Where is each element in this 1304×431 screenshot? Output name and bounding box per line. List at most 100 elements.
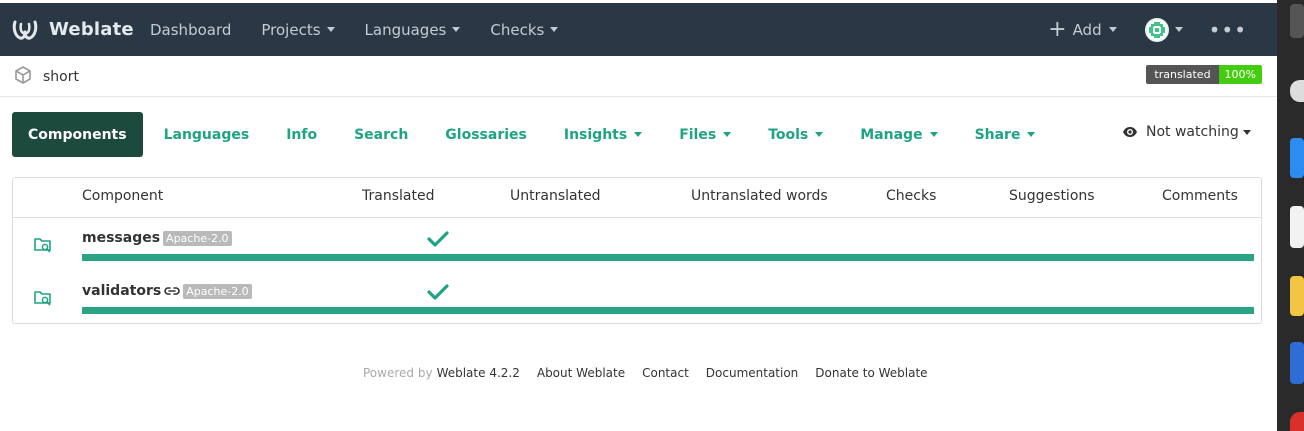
- caret-down-icon: [452, 27, 461, 32]
- caret-down-icon: [815, 132, 824, 137]
- status-badge-label: translated: [1146, 65, 1219, 84]
- caret-down-icon: [1174, 27, 1183, 32]
- caret-down-icon: [634, 132, 643, 137]
- status-badge[interactable]: translated 100%: [1146, 65, 1262, 84]
- column-header-untranslated-words[interactable]: Untranslated words: [691, 188, 828, 204]
- progress-fill: [82, 254, 1254, 261]
- tab-label: Info: [286, 126, 318, 143]
- tab-label: Insights: [563, 126, 628, 143]
- translation-progress-bar: [82, 307, 1254, 314]
- tab-share[interactable]: Share: [975, 127, 1036, 143]
- caret-down-icon: [1108, 27, 1117, 32]
- nav-projects[interactable]: Projects: [261, 20, 335, 39]
- caret-down-icon: [326, 27, 335, 32]
- desktop-dock: [1277, 0, 1304, 431]
- tab-label: Glossaries: [445, 126, 527, 143]
- footer: Powered by Weblate 4.2.2 About Weblate C…: [363, 366, 928, 380]
- tab-info[interactable]: Info: [286, 127, 317, 143]
- nav-languages-label: Languages: [364, 20, 447, 39]
- tab-label: Manage: [860, 126, 923, 143]
- column-header-untranslated[interactable]: Untranslated: [510, 188, 601, 204]
- column-header-component[interactable]: Component: [82, 188, 163, 204]
- column-header-comments[interactable]: Comments: [1162, 188, 1238, 204]
- tab-search[interactable]: Search: [354, 127, 408, 143]
- folder-search-icon[interactable]: [33, 288, 53, 308]
- breadcrumb: short: [13, 65, 79, 89]
- component-link[interactable]: messages Apache-2.0: [82, 230, 232, 246]
- eye-icon: [1122, 126, 1138, 138]
- tab-label: Share: [974, 126, 1021, 143]
- user-menu[interactable]: [1144, 17, 1183, 42]
- weblate-logo-icon: [11, 17, 39, 43]
- ellipsis-icon[interactable]: •••: [1209, 20, 1247, 40]
- tab-insights[interactable]: Insights: [563, 126, 643, 143]
- column-header-suggestions[interactable]: Suggestions: [1009, 188, 1095, 204]
- breadcrumb-project[interactable]: short: [43, 69, 79, 85]
- avatar: [1144, 17, 1169, 42]
- tab-glossaries[interactable]: Glossaries: [445, 127, 527, 143]
- caret-down-icon: [723, 132, 732, 137]
- app-icon[interactable]: [1290, 276, 1304, 316]
- footer-link-contact[interactable]: Contact: [642, 366, 689, 380]
- caret-down-icon: [1242, 129, 1251, 135]
- breadcrumb-bar: short translated 100%: [0, 56, 1277, 97]
- tab-languages[interactable]: Languages: [164, 127, 250, 143]
- add-menu[interactable]: + Add: [1048, 16, 1117, 42]
- tab-tools[interactable]: Tools: [768, 126, 824, 143]
- translation-progress-bar: [82, 254, 1254, 261]
- cube-icon: [13, 65, 33, 89]
- footer-link-documentation[interactable]: Documentation: [706, 366, 799, 380]
- caret-down-icon: [550, 27, 559, 32]
- tab-label: Components: [28, 126, 127, 143]
- license-badge: Apache-2.0: [163, 230, 232, 246]
- nav-checks[interactable]: Checks: [490, 20, 559, 39]
- table-header-divider: [13, 217, 1261, 218]
- word-app-icon[interactable]: [1290, 342, 1304, 384]
- navbar-right: + Add •••: [1048, 3, 1277, 56]
- tab-manage[interactable]: Manage: [860, 126, 938, 143]
- progress-fill: [82, 307, 1254, 314]
- column-header-translated[interactable]: Translated: [362, 188, 434, 204]
- nav-checks-label: Checks: [490, 20, 545, 39]
- tab-components[interactable]: Components: [12, 112, 143, 157]
- component-name: messages: [82, 230, 161, 246]
- watch-label: Not watching: [1146, 124, 1239, 140]
- browser-app-icon[interactable]: [1290, 412, 1304, 431]
- nav-languages[interactable]: Languages: [365, 21, 461, 39]
- terminal-app-icon[interactable]: [1290, 4, 1304, 38]
- footer-link-about[interactable]: About Weblate: [537, 366, 625, 380]
- watch-toggle[interactable]: Not watching: [1122, 124, 1251, 140]
- license-badge: Apache-2.0: [183, 283, 252, 299]
- add-label: Add: [1072, 20, 1102, 39]
- checkmark-icon: [427, 283, 449, 301]
- status-badge-value: 100%: [1218, 65, 1262, 84]
- footer-link-donate[interactable]: Donate to Weblate: [815, 366, 927, 380]
- column-header-checks[interactable]: Checks: [886, 188, 936, 204]
- project-tabs: Components Languages Info Search Glossar…: [12, 112, 1072, 157]
- weblate-version-link[interactable]: Weblate 4.2.2: [437, 366, 520, 380]
- components-table: Component Translated Untranslated Untran…: [12, 177, 1262, 324]
- tab-label: Search: [354, 126, 409, 143]
- component-link[interactable]: validators Apache-2.0: [82, 283, 252, 299]
- brand-name: Weblate: [49, 19, 134, 40]
- chat-app-icon[interactable]: [1290, 138, 1304, 178]
- powered-by-text: Powered by: [363, 366, 433, 380]
- caret-down-icon: [929, 132, 938, 137]
- nav-projects-label: Projects: [261, 20, 321, 39]
- tab-label: Languages: [163, 126, 250, 143]
- caret-down-icon: [1027, 132, 1036, 137]
- document-app-icon[interactable]: [1290, 206, 1304, 248]
- plus-icon: +: [1048, 16, 1067, 42]
- component-name: validators: [82, 283, 162, 299]
- tab-label: Files: [679, 126, 717, 143]
- nav-dashboard[interactable]: Dashboard: [150, 21, 231, 39]
- brand-link[interactable]: Weblate: [11, 17, 135, 43]
- app-icon[interactable]: [1290, 80, 1304, 102]
- tab-files[interactable]: Files: [679, 126, 732, 143]
- folder-search-icon[interactable]: [33, 235, 53, 255]
- checkmark-icon: [427, 230, 449, 248]
- link-icon: [164, 284, 180, 298]
- navbar: Weblate Dashboard Projects Languages Che…: [0, 3, 1277, 56]
- tab-label: Tools: [768, 126, 809, 143]
- nav-dashboard-label: Dashboard: [150, 20, 232, 39]
